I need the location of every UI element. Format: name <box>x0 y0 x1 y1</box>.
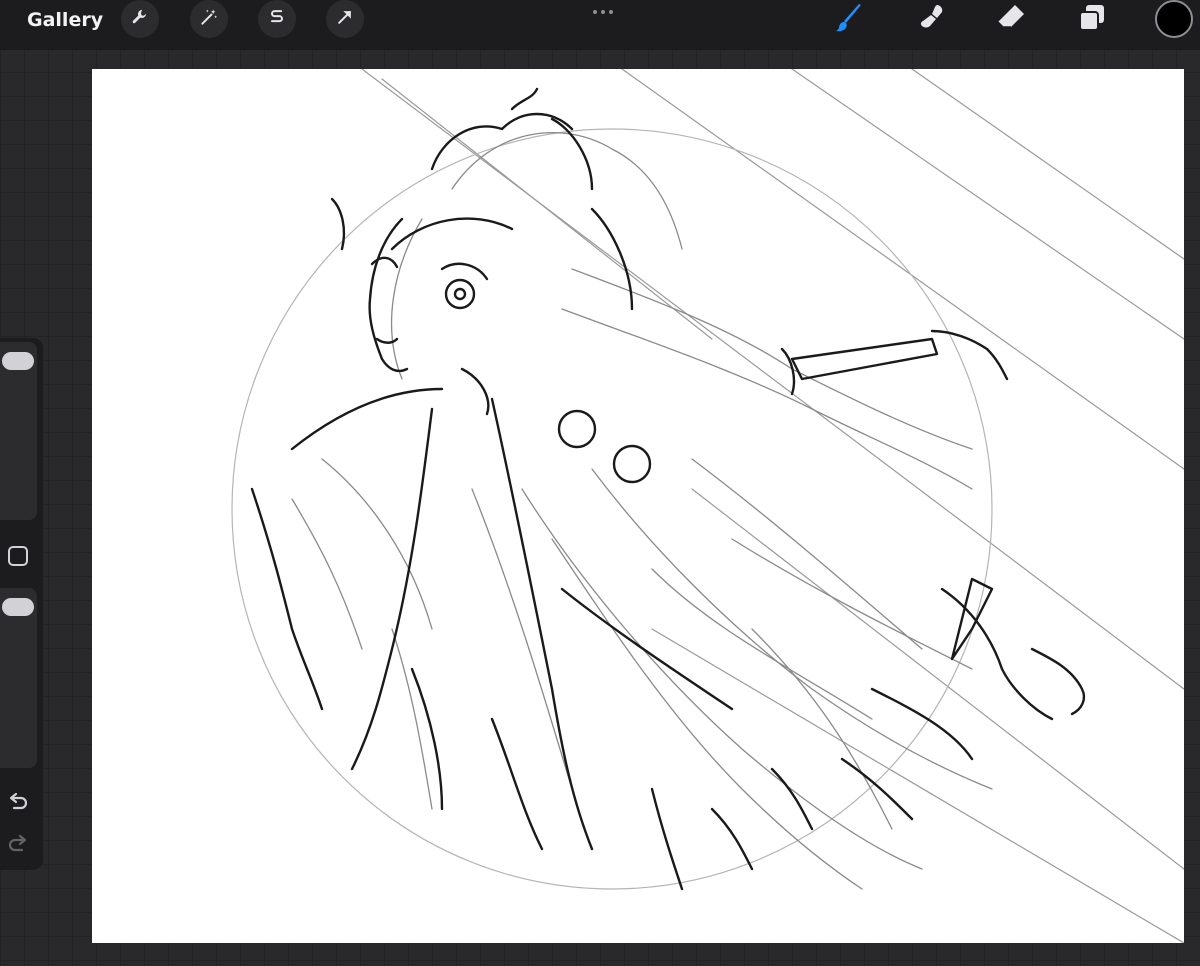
selection-button[interactable] <box>258 0 296 38</box>
brush-opacity-slider[interactable] <box>0 588 37 768</box>
redo-icon <box>6 834 30 860</box>
wrench-icon <box>130 7 150 31</box>
layers-button[interactable] <box>1074 2 1110 38</box>
arrow-cursor-icon <box>335 7 355 31</box>
brush-size-thumb[interactable] <box>2 352 34 370</box>
brush-opacity-thumb[interactable] <box>2 598 34 616</box>
guide-circle <box>231 128 993 890</box>
toolbar-grab-handle[interactable] <box>592 0 614 14</box>
sketch-artwork <box>231 69 1184 943</box>
actions-button[interactable] <box>121 0 159 38</box>
drawing-canvas[interactable] <box>92 69 1184 943</box>
adjustments-button[interactable] <box>190 0 228 38</box>
sidebar <box>0 338 43 870</box>
smudge-icon <box>916 2 948 38</box>
gallery-button[interactable]: Gallery <box>27 7 103 33</box>
brush-icon <box>834 2 866 38</box>
brush-button[interactable] <box>832 2 868 38</box>
modify-button[interactable] <box>8 546 28 566</box>
redo-button[interactable] <box>6 832 30 856</box>
smudge-button[interactable] <box>914 2 950 38</box>
magic-wand-icon <box>199 7 219 31</box>
eraser-icon <box>995 2 1027 38</box>
undo-icon <box>6 792 30 818</box>
procreate-app: Gallery <box>0 0 1200 966</box>
undo-button[interactable] <box>6 790 30 814</box>
eraser-button[interactable] <box>993 2 1029 38</box>
selection-s-icon <box>267 7 287 31</box>
brush-size-slider[interactable] <box>0 342 37 520</box>
speed-lines <box>361 69 1184 943</box>
layers-icon <box>1076 2 1108 38</box>
color-picker-button[interactable] <box>1155 0 1193 38</box>
top-toolbar: Gallery <box>0 0 1200 50</box>
transform-button[interactable] <box>326 0 364 38</box>
